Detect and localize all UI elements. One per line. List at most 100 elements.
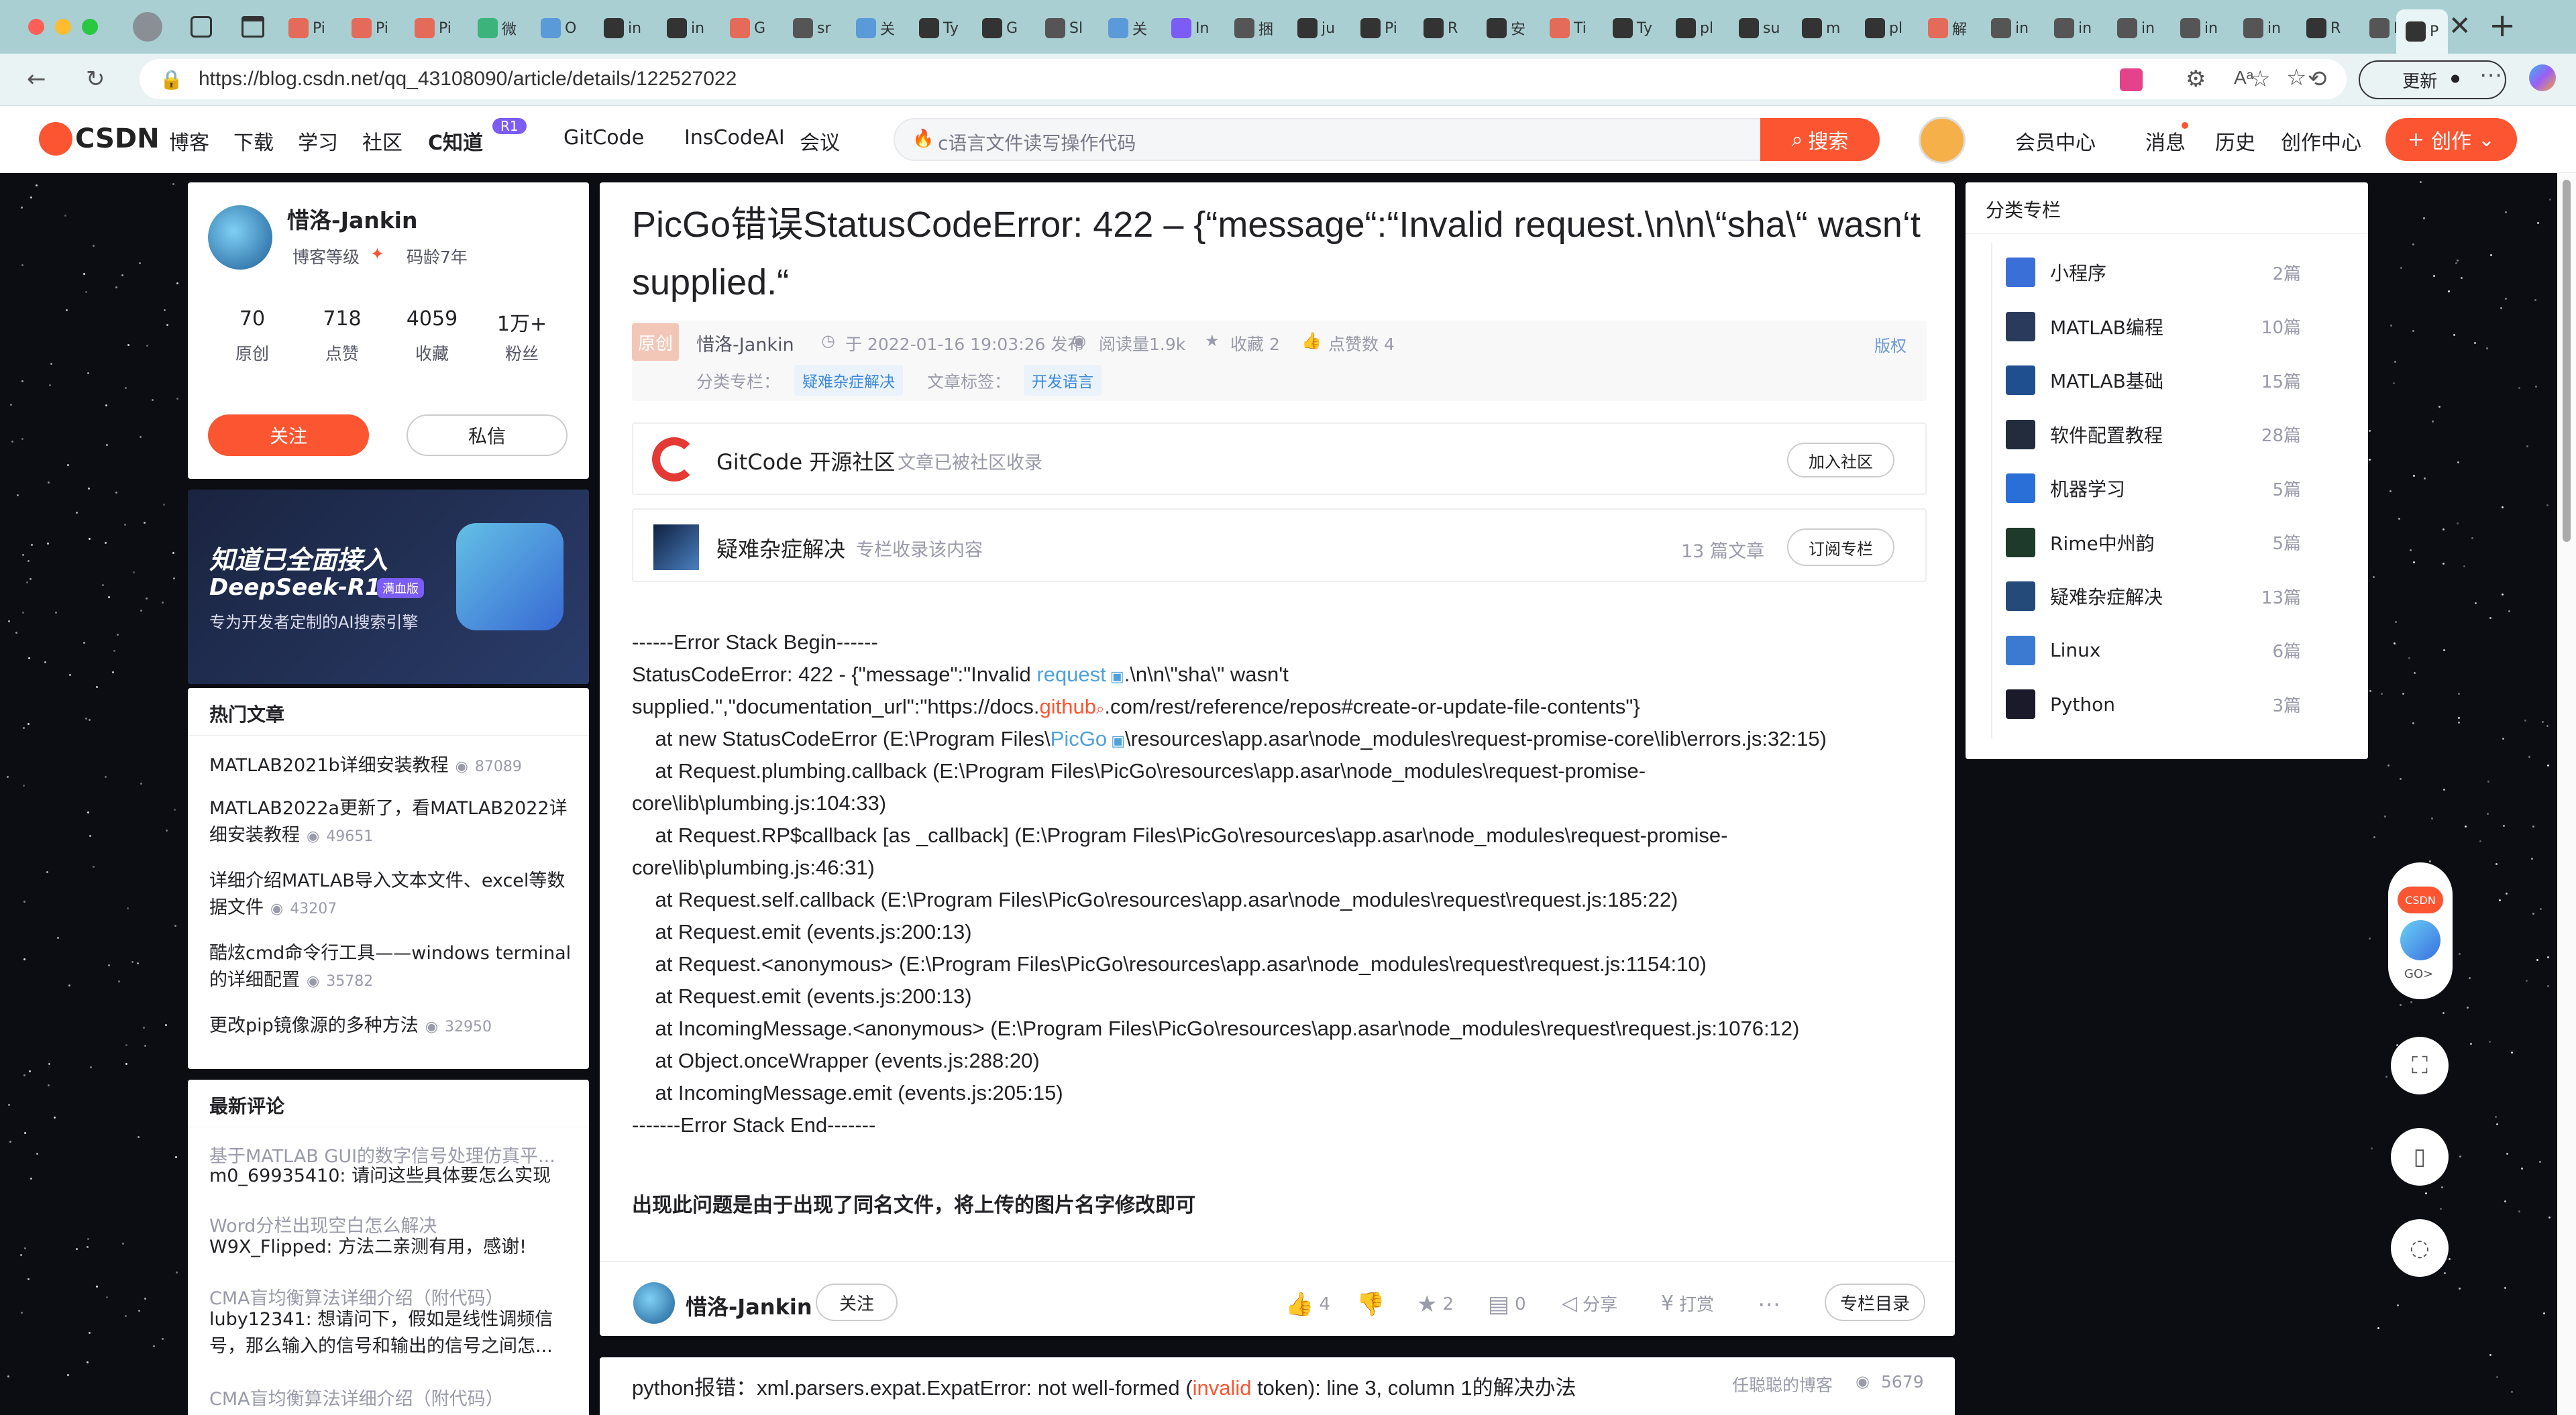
url-input[interactable]: 🔒 https://blog.csdn.net/qq_43108090/arti… bbox=[140, 59, 2347, 99]
mobile-view-icon[interactable]: ▯ bbox=[2391, 1128, 2449, 1186]
column-toc-button[interactable]: 专栏目录 bbox=[1825, 1284, 1925, 1321]
browser-tab[interactable]: pl bbox=[1676, 13, 1713, 43]
browser-tab[interactable]: in bbox=[2243, 13, 2281, 43]
browser-tab[interactable]: 微 bbox=[478, 13, 517, 43]
minimize-window-icon[interactable] bbox=[55, 19, 71, 35]
scrollbar-thumb[interactable] bbox=[2563, 180, 2571, 542]
nav-messages[interactable]: 消息 bbox=[2145, 126, 2186, 156]
deepseek-ad-banner[interactable]: 知道已全面接入 DeepSeek-R1 满血版 专为开发者定制的AI搜索引擎 bbox=[188, 490, 589, 684]
dislike-action[interactable]: 👎 bbox=[1356, 1291, 1385, 1318]
related-article[interactable]: python报错：xml.parsers.expat.ExpatError: n… bbox=[600, 1357, 1955, 1415]
copyright-link[interactable]: 版权 bbox=[1874, 333, 1907, 356]
nav-creation-center[interactable]: 创作中心 bbox=[2281, 126, 2361, 156]
image-search-icon[interactable]: ▣ bbox=[1107, 732, 1125, 749]
browser-tab[interactable]: In bbox=[1171, 13, 1209, 43]
tab-close-icon[interactable]: ✕ bbox=[2449, 11, 2471, 42]
column-cover[interactable] bbox=[653, 524, 699, 570]
browser-tab[interactable]: 解 bbox=[1928, 13, 1967, 43]
browser-tab[interactable]: in bbox=[1991, 13, 2029, 43]
footer-follow-button[interactable]: 关注 bbox=[816, 1284, 898, 1321]
author-avatar[interactable] bbox=[208, 205, 272, 270]
keyword-link[interactable]: request bbox=[1036, 663, 1106, 686]
hot-article-item[interactable]: MATLAB2021b详细安装教程 ◉ 87089 bbox=[209, 752, 572, 781]
browser-tab[interactable]: ju bbox=[1297, 13, 1335, 43]
nav-inscodeai[interactable]: InsCodeAI bbox=[684, 126, 785, 150]
browser-tab[interactable]: 捆 bbox=[1234, 13, 1273, 43]
browser-tab[interactable]: R bbox=[2306, 13, 2341, 43]
favorite-action[interactable]: ★ 2 bbox=[1417, 1291, 1454, 1318]
category-item[interactable]: 软件配置教程 28篇 bbox=[2006, 414, 2301, 455]
browser-tab[interactable]: O bbox=[541, 13, 576, 43]
reward-action[interactable]: ¥ 打赏 bbox=[1661, 1291, 1714, 1316]
user-avatar[interactable] bbox=[1919, 117, 1966, 164]
browser-tab[interactable]: Ty bbox=[919, 13, 959, 43]
browser-tab[interactable]: in bbox=[2180, 13, 2218, 43]
puzzle-extensions-icon[interactable]: ⚙ bbox=[2186, 66, 2206, 93]
category-item[interactable]: 机器学习 5篇 bbox=[2006, 468, 2301, 508]
follow-button[interactable]: 关注 bbox=[208, 414, 369, 456]
more-options-icon[interactable]: ⋯ bbox=[1758, 1291, 1780, 1318]
hot-article-item[interactable]: 更改pip镜像源的多种方法 ◉ 32950 bbox=[209, 1013, 572, 1041]
comment-action[interactable]: ▤ 0 bbox=[1488, 1291, 1526, 1318]
new-tab-icon[interactable]: + bbox=[2489, 7, 2516, 44]
copilot-icon[interactable] bbox=[2529, 64, 2556, 91]
back-icon[interactable]: ← bbox=[27, 66, 46, 93]
hot-article-item[interactable]: 详细介绍MATLAB导入文本文件、excel等数据文件 ◉ 43207 bbox=[209, 868, 572, 923]
browser-tab[interactable]: pl bbox=[1865, 13, 1902, 43]
history-icon[interactable]: ⟲ bbox=[2308, 66, 2327, 93]
share-action[interactable]: ◁ 分享 bbox=[1562, 1291, 1617, 1316]
browser-tab[interactable]: G bbox=[982, 13, 1018, 43]
workspaces-icon[interactable] bbox=[191, 16, 212, 38]
private-message-button[interactable]: 私信 bbox=[407, 414, 568, 456]
extension-icon[interactable] bbox=[2120, 68, 2143, 91]
author-name[interactable]: 惜洛-Jankin bbox=[287, 203, 418, 235]
more-menu-icon[interactable]: ⋯ bbox=[2479, 62, 2502, 89]
search-button[interactable]: ⌕ 搜索 bbox=[1760, 118, 1880, 161]
nav-community[interactable]: 社区 bbox=[362, 126, 402, 156]
article-tag[interactable]: 开发语言 bbox=[1024, 365, 1102, 396]
category-item[interactable]: MATLAB编程 10篇 bbox=[2006, 306, 2301, 347]
gitcode-name[interactable]: GitCode 开源社区 bbox=[716, 445, 895, 476]
nav-gitcode[interactable]: GitCode bbox=[564, 126, 644, 150]
browser-tab[interactable]: Pi bbox=[288, 13, 325, 43]
footer-author-avatar[interactable] bbox=[633, 1282, 675, 1324]
hot-article-item[interactable]: 酷炫cmd命令行工具——windows terminal的详细配置 ◉ 35782 bbox=[209, 940, 572, 995]
category-item[interactable]: 疑难杂症解决 13篇 bbox=[2006, 576, 2301, 616]
comment-article-link[interactable]: CMA盲均衡算法详细介绍（附代码） bbox=[209, 1384, 572, 1410]
browser-tab[interactable]: R bbox=[1424, 13, 1458, 43]
csdn-logo-icon[interactable] bbox=[39, 122, 72, 156]
browser-tab[interactable]: P bbox=[2396, 9, 2449, 54]
subscribe-column-button[interactable]: 订阅专栏 bbox=[1787, 528, 1894, 566]
category-item[interactable]: MATLAB基础 15篇 bbox=[2006, 360, 2301, 400]
tab-actions-icon[interactable] bbox=[241, 16, 264, 38]
nav-learn[interactable]: 学习 bbox=[298, 126, 338, 156]
star-icon[interactable]: ★ bbox=[1205, 331, 1220, 350]
browser-tab[interactable]: su bbox=[1739, 13, 1780, 43]
browser-tab[interactable]: in bbox=[2054, 13, 2092, 43]
reload-icon[interactable]: ↻ bbox=[86, 66, 105, 93]
browser-tab[interactable]: 关 bbox=[1108, 13, 1147, 43]
column-tag[interactable]: 疑难杂症解决 bbox=[794, 365, 903, 396]
collections-icon[interactable]: ☆ bbox=[2250, 66, 2270, 93]
browser-tab[interactable]: m bbox=[1802, 13, 1840, 43]
browser-tab[interactable]: Sl bbox=[1045, 13, 1083, 43]
profile-avatar-icon[interactable] bbox=[133, 12, 162, 42]
nav-download[interactable]: 下载 bbox=[233, 126, 274, 156]
thumbs-up-icon[interactable]: 👍 bbox=[1301, 331, 1322, 350]
browser-tab[interactable]: in bbox=[604, 13, 641, 43]
column-name[interactable]: 疑难杂症解决 bbox=[716, 532, 845, 563]
browser-tab[interactable]: Pi bbox=[415, 13, 451, 43]
close-window-icon[interactable] bbox=[28, 19, 44, 35]
nav-meeting[interactable]: 会议 bbox=[800, 126, 840, 156]
browser-tab[interactable]: 安 bbox=[1487, 13, 1525, 43]
chat-icon[interactable]: ◌ bbox=[2391, 1219, 2449, 1277]
floating-csdn-panel[interactable]: CSDN GO> bbox=[2388, 862, 2453, 999]
maximize-window-icon[interactable] bbox=[82, 19, 98, 35]
browser-tab[interactable]: in bbox=[667, 13, 704, 43]
join-community-button[interactable]: 加入社区 bbox=[1787, 443, 1894, 477]
footer-author-name[interactable]: 惜洛-Jankin bbox=[686, 1290, 812, 1321]
browser-tab[interactable]: in bbox=[2117, 13, 2155, 43]
keyword-link[interactable]: PicGo bbox=[1051, 727, 1107, 750]
category-item[interactable]: Python 3篇 bbox=[2006, 684, 2301, 724]
browser-tab[interactable]: Pi bbox=[352, 13, 388, 43]
